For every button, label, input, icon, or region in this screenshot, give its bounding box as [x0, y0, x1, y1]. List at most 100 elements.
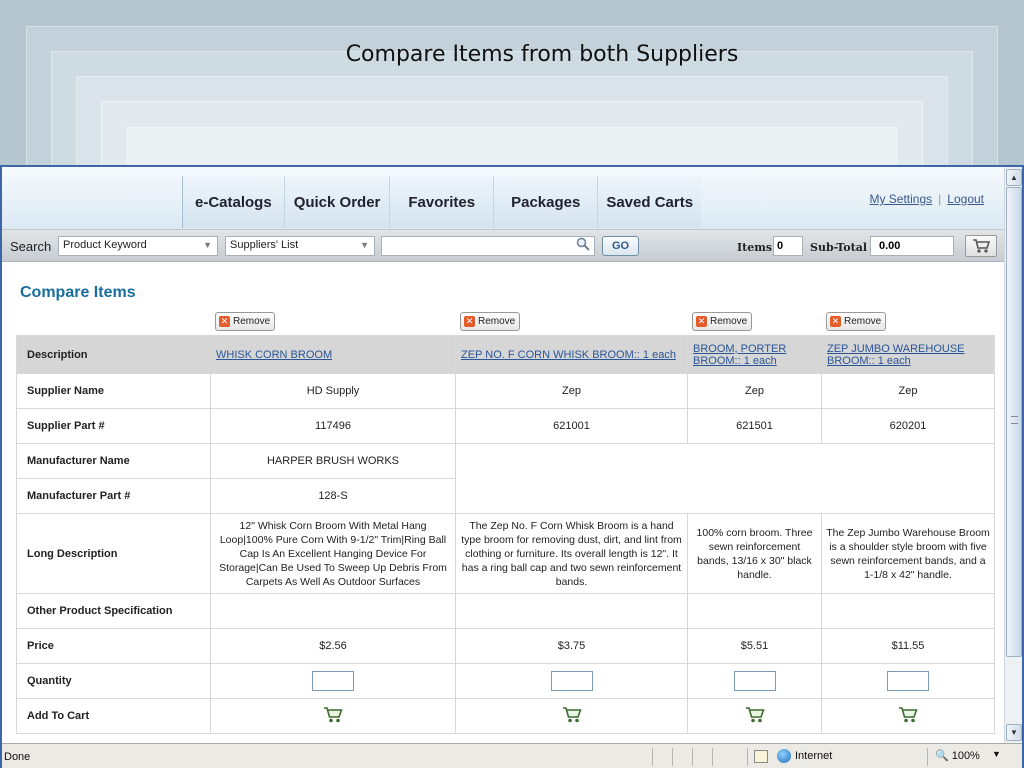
search-type-dropdown[interactable]: Product Keyword ▼ — [58, 236, 218, 256]
quantity-input[interactable] — [733, 671, 776, 691]
top-navbar: e-Catalogs Quick Order Favorites Package… — [2, 167, 1004, 229]
cell: HARPER BRUSH WORKS — [210, 443, 456, 479]
tab-saved-carts[interactable]: Saved Carts — [597, 176, 702, 228]
remove-button[interactable]: ✕ Remove — [460, 312, 521, 331]
remove-button[interactable]: ✕ Remove — [692, 312, 753, 331]
cell: The Zep No. F Corn Whisk Broom is a hand… — [455, 513, 688, 594]
cell-empty — [455, 443, 995, 514]
row-header: Supplier Part # — [16, 408, 211, 444]
vertical-scrollbar[interactable]: ▲ ▼ — [1004, 167, 1022, 743]
cell: 12" Whisk Corn Broom With Metal Hang Loo… — [210, 513, 456, 594]
cell: WHISK CORN BROOM — [210, 335, 456, 374]
compare-items-heading: Compare Items — [20, 284, 136, 301]
scroll-down-button[interactable]: ▼ — [1006, 724, 1022, 741]
subtotal-value: 0.00 — [870, 236, 954, 256]
quantity-input[interactable] — [312, 671, 354, 691]
search-type-value: Product Keyword — [63, 239, 147, 251]
cell: HD Supply — [210, 373, 456, 409]
remove-label: Remove — [233, 316, 271, 327]
dropdown-arrow-icon: ▼ — [203, 240, 212, 250]
cell — [687, 698, 822, 734]
quantity-input[interactable] — [550, 671, 593, 691]
search-bar: Search Product Keyword ▼ Suppliers' List… — [2, 229, 1004, 262]
cell: 128-S — [210, 478, 456, 514]
cell — [687, 663, 822, 699]
cart-icon — [745, 706, 765, 722]
status-divider — [652, 748, 653, 766]
cell — [210, 698, 456, 734]
status-bar: Done Internet 🔍 100% ▼ — [2, 743, 1022, 768]
product-link[interactable]: ZEP JUMBO WAREHOUSE — [827, 343, 965, 355]
status-divider — [927, 748, 928, 766]
status-divider — [712, 748, 713, 766]
logout-link[interactable]: Logout — [947, 192, 984, 206]
go-button[interactable]: GO — [602, 236, 639, 256]
tab-quick-order[interactable]: Quick Order — [283, 176, 390, 228]
items-count: 0 — [773, 236, 803, 256]
product-link[interactable]: BROOM:: 1 each — [693, 355, 777, 367]
zoom-icon: 🔍 — [935, 750, 949, 762]
view-cart-button[interactable] — [965, 235, 997, 257]
cell — [821, 663, 995, 699]
cell: 117496 — [210, 408, 456, 444]
cell: ZEP NO. F CORN WHISK BROOM:: 1 each — [455, 335, 688, 374]
globe-icon — [777, 749, 791, 763]
remove-button[interactable]: ✕ Remove — [215, 312, 276, 331]
add-to-cart-button[interactable] — [745, 706, 765, 727]
price-cell: $3.75 — [455, 628, 688, 664]
add-to-cart-button[interactable] — [898, 706, 918, 727]
subtotal-label: Sub-Total — [810, 241, 868, 254]
status-text: Done — [4, 751, 31, 763]
remove-label: Remove — [844, 316, 882, 327]
cell: 621001 — [455, 408, 688, 444]
tab-packages[interactable]: Packages — [493, 176, 598, 228]
search-input[interactable] — [381, 236, 595, 256]
table-row-manufacturer-name: Manufacturer Name HARPER BRUSH WORKS — [16, 443, 995, 514]
zoom-dropdown-icon[interactable]: ▼ — [992, 749, 1001, 759]
zoom-level: 100% — [951, 749, 980, 762]
add-to-cart-button[interactable] — [562, 706, 582, 727]
row-header: Price — [16, 628, 211, 664]
cell: ZEP JUMBO WAREHOUSE BROOM:: 1 each — [821, 335, 995, 374]
cart-icon — [899, 706, 918, 722]
link-separator: | — [938, 192, 942, 206]
remove-x-icon: ✕ — [219, 316, 230, 327]
add-to-cart-button[interactable] — [323, 706, 343, 727]
supplier-dropdown[interactable]: Suppliers' List ▼ — [225, 236, 375, 256]
scroll-thumb[interactable] — [1006, 187, 1022, 657]
row-header: Description — [16, 335, 211, 374]
search-label: Search — [10, 239, 52, 254]
cell: Zep — [455, 373, 688, 409]
row-header: Supplier Name — [16, 373, 211, 409]
cart-icon — [324, 706, 343, 722]
cell — [455, 698, 688, 734]
cell — [687, 593, 822, 629]
remove-x-icon: ✕ — [464, 316, 475, 327]
cell: The Zep Jumbo Warehouse Broom is a shoul… — [821, 513, 995, 594]
table-row-add-to-cart: Add To Cart — [16, 698, 995, 734]
magnifier-icon[interactable] — [576, 237, 590, 254]
product-link[interactable]: WHISK CORN BROOM — [216, 349, 332, 361]
product-link[interactable]: BROOM, PORTER — [693, 343, 786, 355]
security-icon — [754, 750, 768, 763]
table-row-price: Price $2.56 $3.75 $5.51 $11.55 — [16, 628, 995, 664]
scroll-up-button[interactable]: ▲ — [1006, 169, 1022, 186]
row-header: Long Description — [16, 513, 211, 594]
quantity-input[interactable] — [887, 671, 929, 691]
zoom-control[interactable]: 🔍 100% — [935, 749, 980, 763]
remove-button[interactable]: ✕ Remove — [826, 312, 887, 331]
cell — [455, 663, 688, 699]
table-row-supplier-name: Supplier Name HD Supply Zep Zep Zep — [16, 373, 995, 409]
items-label: Items — [737, 241, 773, 254]
tab-e-catalogs[interactable]: e-Catalogs — [182, 176, 284, 228]
price-cell: $5.51 — [687, 628, 822, 664]
my-settings-link[interactable]: My Settings — [869, 192, 932, 206]
cell: BROOM, PORTER BROOM:: 1 each — [687, 335, 822, 374]
grip-icon — [1011, 416, 1018, 424]
status-divider — [747, 748, 748, 766]
tab-favorites[interactable]: Favorites — [389, 176, 494, 228]
price-cell: $2.56 — [210, 628, 456, 664]
cart-icon — [973, 239, 990, 253]
product-link[interactable]: BROOM:: 1 each — [827, 355, 911, 367]
product-link[interactable]: ZEP NO. F CORN WHISK BROOM:: 1 each — [461, 349, 676, 361]
